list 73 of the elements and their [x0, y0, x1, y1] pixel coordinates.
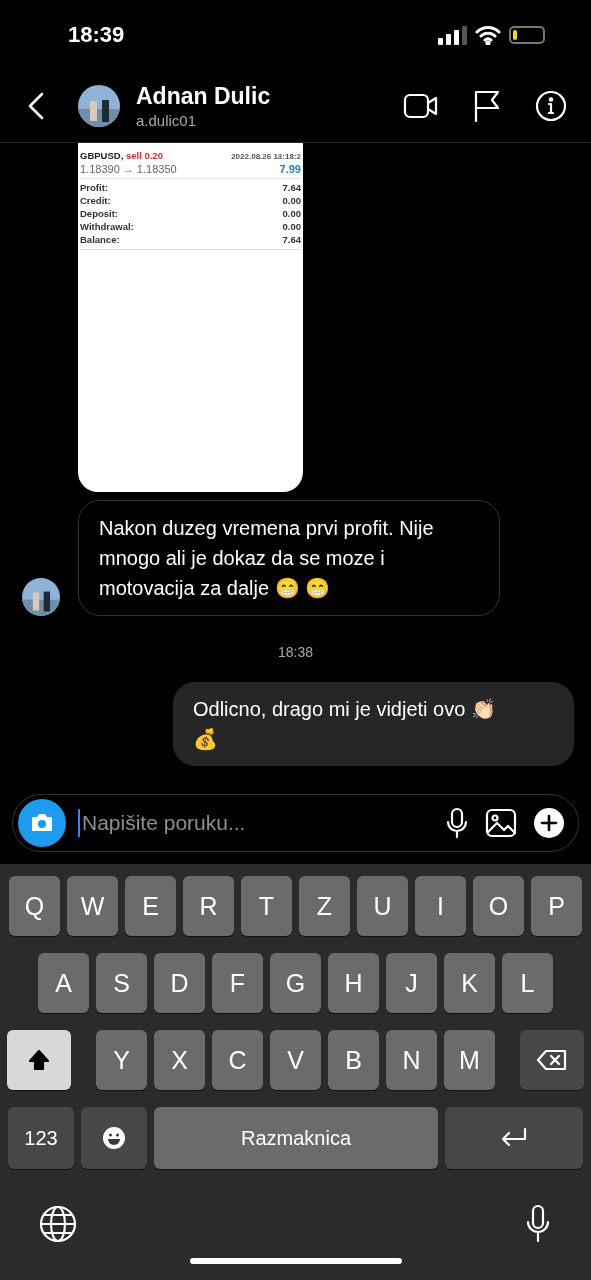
shift-icon: [28, 1049, 50, 1071]
return-icon: [500, 1127, 528, 1149]
microphone-icon[interactable]: [525, 1204, 551, 1244]
keyboard-key[interactable]: U: [357, 876, 408, 936]
message-bubble: Nakon duzeg vremena prvi profit. Nije mnogo ali je dokaz da se moze i motovacija za dalje 😁 😁: [78, 500, 500, 616]
summary-label: Profit:: [80, 181, 109, 194]
avatar: [22, 578, 60, 616]
trade-prices: 1.18390 → 1.18350: [80, 163, 177, 176]
message-time: 18:38: [276, 644, 313, 660]
emoji-key[interactable]: [81, 1107, 147, 1169]
status-time: 18:39: [68, 22, 125, 48]
message-bubble: Odlicno, drago mi je vidjeti ovo 👏🏻 💰: [173, 682, 574, 766]
summary-label: Deposit:: [80, 207, 119, 220]
keyboard-key[interactable]: C: [212, 1030, 263, 1090]
keyboard-key[interactable]: X: [154, 1030, 205, 1090]
globe-icon[interactable]: [39, 1205, 77, 1243]
trade-result: 7.99: [279, 163, 301, 176]
microphone-icon[interactable]: [445, 807, 469, 839]
avatar: [78, 85, 120, 127]
backspace-icon: [536, 1049, 568, 1071]
back-icon[interactable]: [28, 92, 44, 120]
space-key[interactable]: Razmaknica: [154, 1107, 438, 1169]
keyboard-key[interactable]: F: [212, 953, 263, 1013]
message-input[interactable]: Napišite poruku...: [78, 809, 429, 837]
backspace-key[interactable]: [520, 1030, 584, 1090]
keyboard-key[interactable]: B: [328, 1030, 379, 1090]
video-camera-icon[interactable]: [403, 92, 439, 120]
keyboard-key[interactable]: T: [241, 876, 292, 936]
keyboard-key[interactable]: I: [415, 876, 466, 936]
battery-icon: [509, 26, 545, 44]
trade-side: sell 0.20: [125, 149, 163, 162]
keyboard-key[interactable]: V: [270, 1030, 321, 1090]
keyboard-key[interactable]: K: [444, 953, 495, 1013]
keyboard-key[interactable]: Z: [299, 876, 350, 936]
info-icon[interactable]: [535, 90, 567, 122]
summary-value: 7.64: [282, 181, 301, 194]
summary-value: 7.64: [282, 233, 301, 246]
keyboard-key[interactable]: P: [531, 876, 582, 936]
keyboard-key[interactable]: L: [502, 953, 553, 1013]
keyboard-key[interactable]: N: [386, 1030, 437, 1090]
keyboard-key[interactable]: Q: [9, 876, 60, 936]
image-icon[interactable]: [485, 807, 517, 839]
summary-value: 0.00: [282, 207, 301, 220]
keyboard-key[interactable]: H: [328, 953, 379, 1013]
keyboard-key[interactable]: S: [96, 953, 147, 1013]
contact-name: Adnan Dulic: [136, 83, 272, 110]
keyboard-key[interactable]: M: [444, 1030, 495, 1090]
shift-key[interactable]: [7, 1030, 71, 1090]
keyboard-key[interactable]: Y: [96, 1030, 147, 1090]
trade-symbol: GBPUSD,: [80, 149, 125, 162]
keyboard-key[interactable]: O: [473, 876, 524, 936]
wifi-icon: [475, 25, 501, 45]
keyboard-key[interactable]: A: [38, 953, 89, 1013]
plus-icon[interactable]: [533, 807, 565, 839]
keyboard-key[interactable]: E: [125, 876, 176, 936]
numbers-key[interactable]: 123: [8, 1107, 74, 1169]
trade-datetime: 2022.08.26 13:18:2: [231, 151, 301, 163]
summary-label: Withdrawal:: [80, 220, 135, 233]
flag-icon[interactable]: [473, 90, 501, 122]
keyboard-key[interactable]: G: [270, 953, 321, 1013]
screenshot-image[interactable]: GBPUSD, sell 0.20 2022.08.26 13:18:2 1.18390 → 1.18350 7.99 Profit: 7.64 Credit: 0.00 Deposit: 0.00 Withdrawal: 0.00 Balance: 7.64: [78, 143, 303, 492]
keyboard-key[interactable]: J: [386, 953, 437, 1013]
summary-value: 0.00: [282, 220, 301, 233]
contact-username: a.dulic01: [136, 112, 198, 129]
summary-label: Balance:: [80, 233, 121, 246]
smiley-icon: [102, 1126, 126, 1150]
camera-icon[interactable]: [18, 799, 66, 847]
signal-icon: [437, 25, 467, 45]
keyboard-key[interactable]: R: [183, 876, 234, 936]
summary-value: 0.00: [282, 194, 301, 207]
keyboard-key[interactable]: D: [154, 953, 205, 1013]
keyboard-key[interactable]: W: [67, 876, 118, 936]
summary-label: Credit:: [80, 194, 112, 207]
